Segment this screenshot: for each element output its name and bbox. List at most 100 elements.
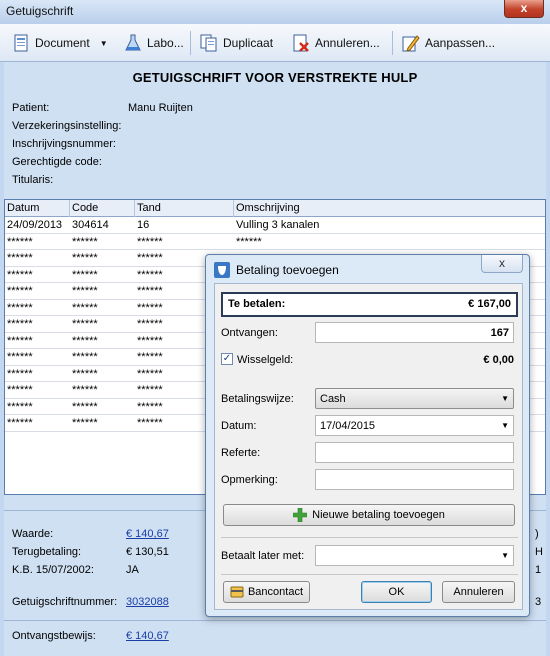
column-header-omschrijving[interactable]: Omschrijving <box>236 202 300 214</box>
labo-button[interactable]: Labo... <box>124 31 184 55</box>
cell-datum: ****** <box>7 367 33 380</box>
column-header-tand[interactable]: Tand <box>137 202 161 214</box>
document-button[interactable]: Document ▼ <box>12 31 108 55</box>
cell-code: ****** <box>72 252 98 264</box>
bancontact-label: Bancontact <box>247 586 304 598</box>
ontvangen-input[interactable]: 167 <box>315 322 514 343</box>
cell-tand: ****** <box>137 268 163 281</box>
betalingswijze-value: Cash <box>320 393 346 405</box>
chevron-down-icon: ▼ <box>501 551 509 560</box>
nieuwe-betaling-label: Nieuwe betaling toevoegen <box>312 509 445 521</box>
ontvangstbewijs-label: Ontvangstbewijs: <box>12 630 96 642</box>
cell-tand: ****** <box>137 334 163 347</box>
cell-datum: ****** <box>7 301 33 314</box>
referte-label: Referte: <box>221 447 261 459</box>
cell-code: ****** <box>72 301 98 314</box>
annuleren-button[interactable]: Annuleren <box>442 581 515 603</box>
opmerking-label: Opmerking: <box>221 474 278 486</box>
duplicaat-button-label: Duplicaat <box>223 36 274 50</box>
gerechtigde-code-label: Gerechtigde code: <box>12 156 102 168</box>
bancontact-button[interactable]: Bancontact <box>223 581 310 603</box>
cell-omschrijving: ****** <box>236 235 262 248</box>
document-button-label: Document <box>35 36 90 50</box>
table-row[interactable]: 24/09/2013 304614 16 Vulling 3 kanalen <box>5 217 545 234</box>
cell-code: ****** <box>72 285 98 297</box>
ok-button[interactable]: OK <box>361 581 432 603</box>
dialog-body: Te betalen: € 167,00 Ontvangen: 167 ✓ Wi… <box>214 283 523 610</box>
cell-tand: ****** <box>137 301 163 314</box>
betaling-toevoegen-dialog: Betaling toevoegen x Te betalen: € 167,0… <box>205 254 530 617</box>
clipped-text: 1 <box>535 564 542 576</box>
annuleren-toolbar-button[interactable]: Annuleren... <box>292 31 380 55</box>
dialog-title: Betaling toevoegen <box>236 263 339 277</box>
title-bar: Getuigschrift x <box>0 0 550 24</box>
ontvangen-label: Ontvangen: <box>221 327 278 339</box>
wisselgeld-checkbox[interactable]: ✓ <box>221 353 233 365</box>
cell-datum: ****** <box>7 351 33 363</box>
dialog-close-button[interactable]: x <box>481 255 523 273</box>
document-icon <box>12 34 30 52</box>
duplicaat-button[interactable]: Duplicaat <box>200 31 273 55</box>
datum-picker[interactable]: 17/04/2015 ▼ <box>315 415 514 436</box>
waarde-label: Waarde: <box>12 528 54 540</box>
cell-code: ****** <box>72 384 98 396</box>
betaalt-later-select[interactable]: ▼ <box>315 545 514 566</box>
table-row[interactable]: ****** ****** ****** ****** <box>5 234 545 250</box>
cell-datum: ****** <box>7 400 33 413</box>
cell-datum: 24/09/2013 <box>7 219 63 231</box>
copy-document-icon <box>200 34 218 52</box>
aanpassen-button-label: Aanpassen... <box>425 36 496 50</box>
te-betalen-label: Te betalen: <box>228 298 286 310</box>
card-terminal-icon <box>230 585 244 599</box>
cell-code: ****** <box>72 235 98 248</box>
te-betalen-box: Te betalen: € 167,00 <box>221 292 518 317</box>
cell-datum: ****** <box>7 252 33 264</box>
toolbar-separator <box>190 31 191 55</box>
cell-datum: ****** <box>7 285 33 297</box>
chevron-down-icon[interactable]: ▼ <box>100 39 108 48</box>
column-header-code[interactable]: Code <box>72 202 98 214</box>
flask-icon <box>124 34 142 52</box>
cell-tand: ****** <box>137 351 163 363</box>
cell-omschrijving: Vulling 3 kanalen <box>236 219 320 231</box>
te-betalen-value: € 167,00 <box>468 298 511 310</box>
column-divider <box>134 200 135 217</box>
chevron-down-icon: ▼ <box>501 394 509 403</box>
cell-code: ****** <box>72 400 98 413</box>
cell-tand: ****** <box>137 285 163 297</box>
datum-value: 17/04/2015 <box>320 420 376 432</box>
inschrijvingsnummer-label: Inschrijvingsnummer: <box>12 138 116 150</box>
divider <box>4 620 546 621</box>
ontvangstbewijs-link[interactable]: € 140,67 <box>126 630 169 642</box>
getuigschriftnummer-link[interactable]: 3032088 <box>126 596 169 608</box>
nieuwe-betaling-button[interactable]: Nieuwe betaling toevoegen <box>223 504 515 526</box>
cell-tand: ****** <box>137 318 163 330</box>
edit-pencil-icon <box>402 34 420 52</box>
window-close-button[interactable]: x <box>504 0 544 18</box>
aanpassen-button[interactable]: Aanpassen... <box>402 31 495 55</box>
getuigschriftnummer-label: Getuigschriftnummer: <box>12 596 118 608</box>
ontvangen-value: 167 <box>490 327 509 339</box>
cell-datum: ****** <box>7 334 33 347</box>
cell-datum: ****** <box>7 318 33 330</box>
table-header: Datum Code Tand Omschrijving <box>5 200 545 217</box>
cell-datum: ****** <box>7 384 33 396</box>
column-header-datum[interactable]: Datum <box>7 202 39 214</box>
window: Getuigschrift x Document ▼ Labo... Dupli… <box>0 0 550 656</box>
cell-datum: ****** <box>7 235 33 248</box>
chevron-down-icon[interactable]: ▼ <box>501 421 509 430</box>
opmerking-input[interactable] <box>315 469 514 490</box>
betalingswijze-select[interactable]: Cash ▼ <box>315 388 514 409</box>
waarde-link[interactable]: € 140,67 <box>126 528 169 540</box>
divider <box>221 574 518 575</box>
patient-value: Manu Ruijten <box>128 102 193 114</box>
betalingswijze-label: Betalingswijze: <box>221 393 294 405</box>
cell-code: ****** <box>72 318 98 330</box>
page-title: GETUIGSCHRIFT VOOR VERSTREKTE HULP <box>132 70 418 85</box>
cell-datum: ****** <box>7 268 33 281</box>
cell-code: ****** <box>72 268 98 281</box>
labo-button-label: Labo... <box>147 36 184 50</box>
referte-input[interactable] <box>315 442 514 463</box>
cell-code: ****** <box>72 334 98 347</box>
clipped-text: ) <box>535 528 539 540</box>
